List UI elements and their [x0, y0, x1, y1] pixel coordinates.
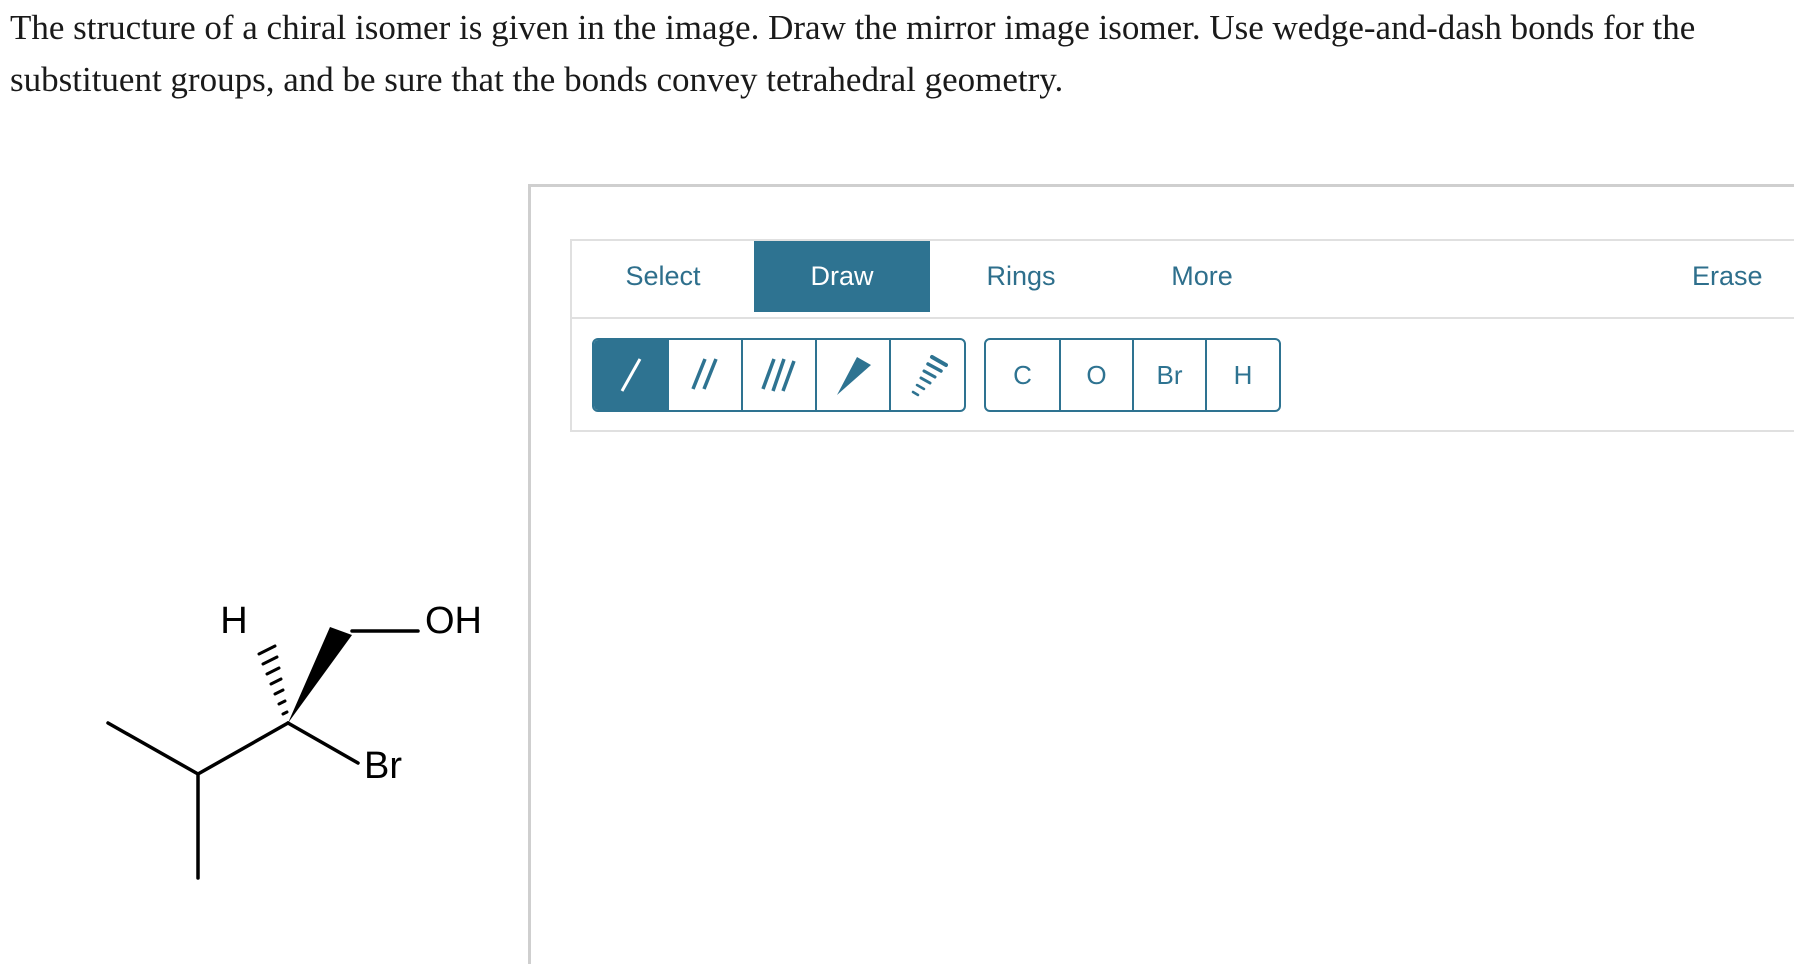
question-text: The structure of a chiral isomer is give… [10, 8, 1696, 99]
atom-o-button[interactable]: O [1061, 340, 1134, 410]
triple-bond-icon [761, 358, 796, 392]
double-bond-button[interactable] [669, 340, 743, 410]
dash-bond-to-h [257, 644, 289, 716]
label-oh: OH [425, 600, 482, 642]
drawing-toolbar: Select Draw Rings More Erase C O Br H [570, 239, 1794, 432]
dash-bond-button[interactable] [891, 340, 964, 410]
tab-erase[interactable]: Erase [1692, 241, 1794, 312]
tab-select[interactable]: Select [572, 241, 754, 312]
tab-rings[interactable]: Rings [930, 241, 1112, 312]
wedge-bond-to-ch2 [288, 627, 352, 723]
tab-draw[interactable]: Draw [754, 241, 930, 312]
atom-br-button[interactable]: Br [1134, 340, 1207, 410]
toolbar-tabs: Select Draw Rings More Erase [572, 241, 1794, 319]
triple-bond-button[interactable] [743, 340, 817, 410]
label-br: Br [364, 745, 402, 787]
atom-c-button[interactable]: C [986, 340, 1061, 410]
dash-bond-icon [911, 355, 948, 397]
single-bond-button[interactable] [594, 340, 669, 410]
single-bond-icon [620, 358, 641, 392]
tab-more[interactable]: More [1112, 241, 1292, 312]
chiral-molecule-structure: H OH Br [106, 600, 482, 880]
wedge-bond-button[interactable] [817, 340, 891, 410]
wedge-bond-icon [837, 357, 871, 395]
bond-stereocenter-to-br [286, 721, 360, 765]
atom-h-button[interactable]: H [1207, 340, 1279, 410]
bond-tools-group [592, 338, 966, 412]
bond-isopropyl-to-stereocenter [196, 721, 290, 776]
atom-tools-group: C O Br H [984, 338, 1281, 412]
bond-methyl-1 [106, 721, 200, 776]
double-bond-icon [691, 358, 718, 390]
label-h: H [220, 600, 247, 642]
